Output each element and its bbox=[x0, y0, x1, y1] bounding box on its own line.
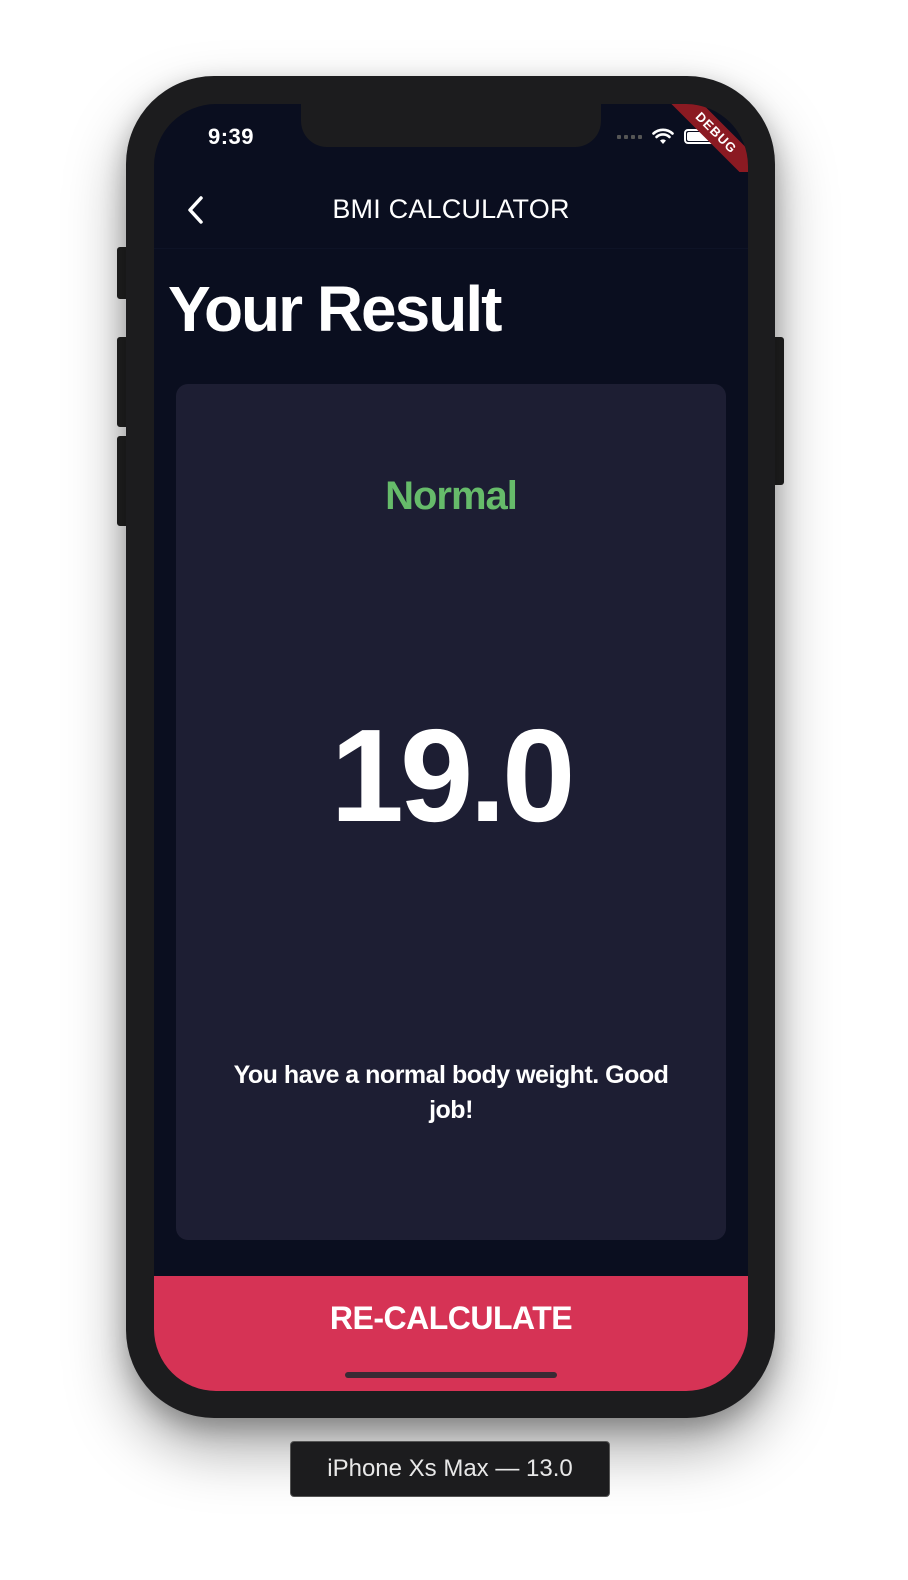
result-card: Normal 19.0 You have a normal body weigh… bbox=[176, 384, 726, 1240]
phone-screen: 9:39 DEBUG BMI CALCULATOR Your Result No… bbox=[154, 104, 748, 1391]
app-title: BMI CALCULATOR bbox=[332, 194, 570, 224]
recalculate-button[interactable]: RE-CALCULATE bbox=[154, 1276, 748, 1391]
bmi-value: 19.0 bbox=[330, 702, 576, 849]
page-title: Your Result bbox=[168, 273, 502, 345]
recalculate-label: RE-CALCULATE bbox=[329, 1300, 573, 1336]
device-label: iPhone Xs Max — 13.0 bbox=[290, 1441, 610, 1497]
simulator-stage: 9:39 DEBUG BMI CALCULATOR Your Result No… bbox=[0, 0, 908, 1580]
wifi-icon bbox=[652, 128, 674, 144]
result-status: Normal bbox=[385, 474, 518, 518]
home-indicator[interactable] bbox=[345, 1372, 557, 1378]
cellular-signal-icon bbox=[617, 134, 642, 139]
status-time: 9:39 bbox=[208, 124, 255, 149]
result-message: You have a normal body weight. Good job! bbox=[233, 1061, 669, 1124]
app-bar: BMI CALCULATOR bbox=[154, 172, 748, 249]
notch bbox=[301, 104, 601, 147]
